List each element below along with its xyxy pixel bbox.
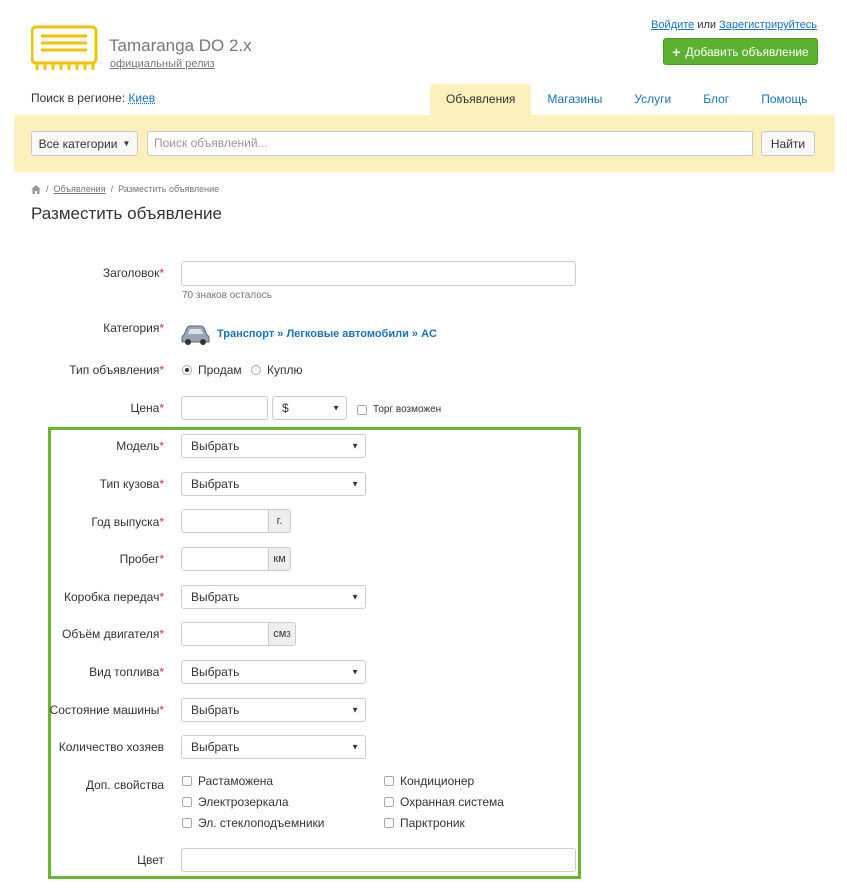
- caret-down-icon: ▼: [351, 742, 359, 752]
- region-selector: Поиск в регионе: Киев: [31, 91, 155, 105]
- category-link[interactable]: Транспорт » Легковые автомобили » AC: [217, 328, 437, 340]
- logo-icon[interactable]: [31, 24, 99, 72]
- categories-label: Все категории: [38, 136, 118, 151]
- extra-checkbox[interactable]: [182, 818, 192, 828]
- extras-label: Доп. свойства: [85, 778, 164, 792]
- category-label: Категория*: [103, 321, 164, 335]
- year-input[interactable]: [181, 509, 269, 533]
- gearbox-select[interactable]: Выбрать ▼: [181, 585, 366, 609]
- add-listing-button[interactable]: + Добавить объявление: [663, 38, 818, 65]
- price-input[interactable]: [181, 396, 268, 420]
- extra-option[interactable]: Растаможена: [182, 774, 273, 788]
- tab-listings[interactable]: Объявления: [430, 84, 532, 115]
- body-type-select[interactable]: Выбрать ▼: [181, 472, 366, 496]
- engine-volume-label: Объём двигателя*: [62, 627, 164, 641]
- sell-radio[interactable]: [182, 365, 192, 375]
- engine-volume-input[interactable]: [181, 622, 269, 646]
- fuel-select[interactable]: Выбрать ▼: [181, 660, 366, 684]
- caret-down-icon: ▼: [351, 667, 359, 677]
- type-buy-option[interactable]: Куплю: [251, 363, 303, 377]
- extra-checkbox[interactable]: [182, 797, 192, 807]
- extra-option[interactable]: Кондиционер: [384, 774, 474, 788]
- main-nav: Объявления Магазины Услуги Блог Помощь: [430, 84, 824, 115]
- region-link[interactable]: Киев: [128, 91, 155, 105]
- tab-shops[interactable]: Магазины: [531, 84, 618, 115]
- bargain-checkbox[interactable]: [357, 404, 367, 415]
- register-link[interactable]: Зарегистрируйтесь: [719, 19, 817, 31]
- caret-down-icon: ▼: [351, 441, 359, 451]
- extra-option[interactable]: Эл. стеклоподъемники: [182, 816, 324, 830]
- fuel-label: Вид топлива*: [89, 665, 164, 679]
- region-label: Поиск в регионе:: [31, 91, 126, 105]
- buy-radio[interactable]: [251, 365, 261, 375]
- condition-select[interactable]: Выбрать ▼: [181, 698, 366, 722]
- type-sell-option[interactable]: Продам: [182, 363, 242, 377]
- mileage-label: Пробег*: [119, 552, 164, 566]
- year-unit: г.: [268, 509, 291, 533]
- site-title[interactable]: Tamaranga DO 2.x: [109, 36, 252, 56]
- year-label: Год выпуска*: [91, 515, 164, 529]
- model-label: Модель*: [116, 439, 164, 453]
- add-listing-label: Добавить объявление: [685, 44, 809, 59]
- or-text: или: [697, 19, 717, 31]
- extra-option[interactable]: Электрозеркала: [182, 795, 289, 809]
- color-input[interactable]: [181, 848, 576, 872]
- page-title: Разместить объявление: [31, 204, 222, 223]
- model-select[interactable]: Выбрать ▼: [181, 434, 366, 458]
- search-input[interactable]: Поиск объявлений...: [147, 131, 753, 156]
- body-type-label: Тип кузова*: [99, 477, 164, 491]
- title-label: Заголовок*: [102, 266, 164, 280]
- tab-services[interactable]: Услуги: [618, 84, 687, 115]
- extra-checkbox[interactable]: [384, 776, 394, 786]
- extra-option[interactable]: Охранная система: [384, 795, 504, 809]
- plus-icon: +: [672, 43, 681, 60]
- breadcrumb-current: Разместить объявление: [118, 184, 220, 194]
- car-icon: [181, 325, 210, 345]
- listing-type-label: Тип объявления*: [69, 363, 164, 377]
- engine-volume-unit: см 3: [268, 622, 296, 646]
- home-icon[interactable]: [31, 184, 41, 194]
- price-label: Цена*: [130, 401, 164, 415]
- title-hint: 70 знаков осталось: [182, 290, 273, 301]
- bargain-option[interactable]: Торг возможен: [357, 404, 441, 415]
- extra-checkbox[interactable]: [182, 776, 192, 786]
- title-input[interactable]: [181, 261, 576, 286]
- color-label: Цвет: [137, 853, 164, 867]
- condition-label: Состояние машины*: [49, 703, 164, 717]
- gearbox-label: Коробка передач*: [64, 590, 164, 604]
- site-subtitle[interactable]: официальный релиз: [110, 58, 215, 70]
- breadcrumb: / Объявления / Разместить объявление: [31, 184, 219, 194]
- tab-help[interactable]: Помощь: [745, 84, 823, 115]
- find-button[interactable]: Найти: [761, 131, 815, 156]
- caret-down-icon: ▼: [351, 479, 359, 489]
- owners-select[interactable]: Выбрать ▼: [181, 735, 366, 759]
- caret-down-icon: ▼: [332, 403, 340, 413]
- caret-down-icon: ▼: [122, 139, 131, 148]
- caret-down-icon: ▼: [351, 705, 359, 715]
- caret-down-icon: ▼: [351, 592, 359, 602]
- extra-checkbox[interactable]: [384, 818, 394, 828]
- extra-checkbox[interactable]: [384, 797, 394, 807]
- tab-blog[interactable]: Блог: [687, 84, 745, 115]
- breadcrumb-listings[interactable]: Объявления: [54, 184, 106, 194]
- mileage-input[interactable]: [181, 547, 269, 571]
- owners-label: Количество хозяев: [58, 740, 164, 754]
- categories-dropdown-button[interactable]: Все категории ▼: [31, 131, 138, 156]
- mileage-unit: км: [268, 547, 291, 571]
- login-link[interactable]: Войдите: [651, 19, 694, 31]
- currency-select[interactable]: $ ▼: [272, 396, 347, 420]
- extra-option[interactable]: Парктроник: [384, 816, 465, 830]
- auth-links: Войдите или Зарегистрируйтесь: [651, 19, 817, 31]
